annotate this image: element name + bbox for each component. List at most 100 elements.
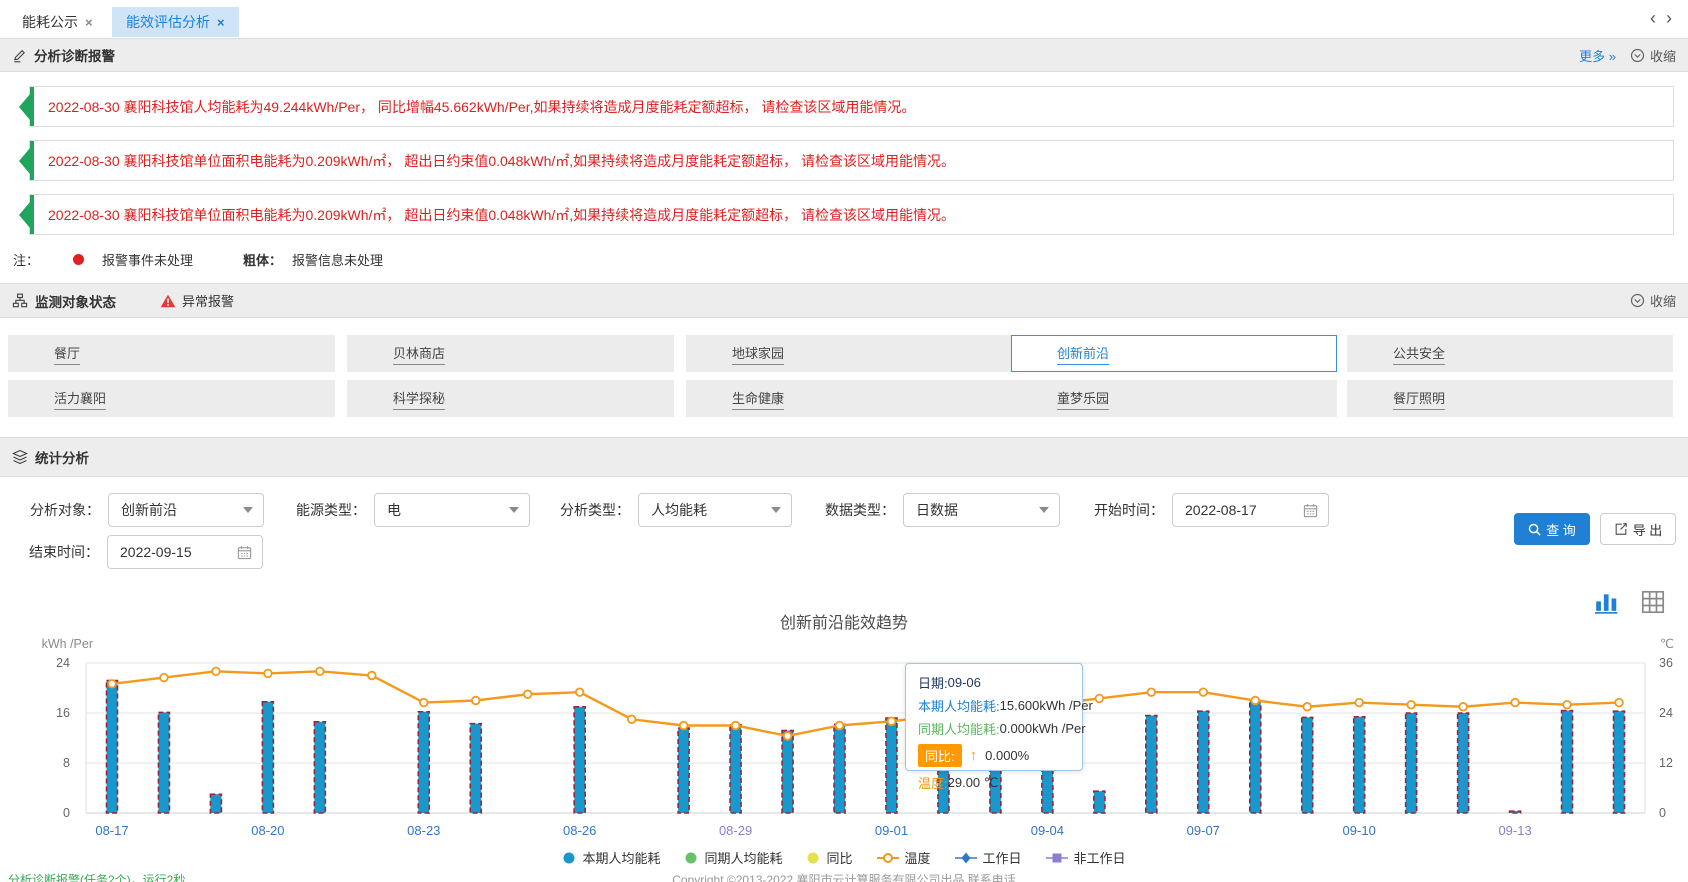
bar-09-06[interactable] xyxy=(1146,716,1157,814)
tab-energy-publicity[interactable]: 能耗公示 × xyxy=(8,7,107,37)
bar-09-10[interactable] xyxy=(1354,717,1365,813)
end-date-input[interactable]: 2022-09-15 xyxy=(107,535,263,569)
bar-08-18[interactable] xyxy=(158,712,169,813)
temperature-point-08-25[interactable] xyxy=(524,690,532,698)
start-date-input[interactable]: 2022-08-17 xyxy=(1172,493,1329,527)
temperature-point-09-06[interactable] xyxy=(1148,688,1156,696)
x-axis-label-08-23: 08-23 xyxy=(407,823,440,838)
bar-08-17[interactable] xyxy=(106,681,117,814)
temperature-point-08-18[interactable] xyxy=(160,674,168,682)
filter-label: 开始时间： xyxy=(1094,500,1164,520)
bar-09-05[interactable] xyxy=(1094,791,1105,813)
object-button-earth-home[interactable]: 地球家园 xyxy=(686,335,1013,372)
temperature-point-08-17[interactable] xyxy=(108,680,116,688)
tab-close-icon[interactable]: × xyxy=(217,15,225,30)
more-link[interactable]: 更多 » xyxy=(1579,46,1616,65)
tab-efficiency-analysis[interactable]: 能效评估分析 × xyxy=(112,7,239,37)
tab-close-icon[interactable]: × xyxy=(85,15,93,30)
tooltip-previous-value: 0.000kWh /Per xyxy=(1000,721,1086,736)
pencil-icon xyxy=(12,48,27,63)
object-button-public-safety[interactable]: 公共安全 xyxy=(1347,335,1673,372)
bar-08-30[interactable] xyxy=(782,731,793,814)
bar-09-13[interactable] xyxy=(1510,811,1521,813)
object-button-science-exploration[interactable]: 科学探秘 xyxy=(347,380,674,417)
temperature-point-08-21[interactable] xyxy=(316,668,324,676)
temperature-point-08-26[interactable] xyxy=(576,688,584,696)
bar-09-08[interactable] xyxy=(1250,701,1261,814)
tab-next-icon[interactable]: › xyxy=(1666,8,1682,28)
temperature-point-09-01[interactable] xyxy=(888,718,896,726)
temperature-point-08-28[interactable] xyxy=(680,722,688,730)
temperature-point-09-08[interactable] xyxy=(1251,697,1259,705)
temperature-point-08-31[interactable] xyxy=(836,722,844,730)
temperature-point-09-15[interactable] xyxy=(1615,699,1623,707)
object-button-innovation-frontier[interactable]: 创新前沿 xyxy=(1011,335,1337,372)
alert-text: 2022-08-30 襄阳科技馆单位面积电能耗为0.209kWh/㎡， 超出日约… xyxy=(48,151,955,171)
tab-scroll-arrows[interactable]: ‹› xyxy=(1650,8,1682,29)
temperature-point-08-22[interactable] xyxy=(368,672,376,680)
temperature-point-08-23[interactable] xyxy=(420,699,428,707)
bar-09-14[interactable] xyxy=(1562,711,1573,814)
legend-temperature[interactable]: 温度 xyxy=(877,848,931,867)
chevron-down-icon xyxy=(243,507,253,513)
bar-08-26[interactable] xyxy=(574,707,585,813)
abnormal-alarm-tab[interactable]: 异常报警 xyxy=(160,291,234,310)
date-value: 2022-09-15 xyxy=(120,544,192,560)
temperature-point-09-05[interactable] xyxy=(1096,695,1104,703)
tooltip-temp-value: 29.00 ℃ xyxy=(948,775,999,791)
legend-offday[interactable]: 非工作日 xyxy=(1046,848,1126,867)
bar-08-19[interactable] xyxy=(210,794,221,813)
tab-prev-icon[interactable]: ‹ xyxy=(1650,8,1666,28)
temperature-point-08-30[interactable] xyxy=(784,732,792,740)
temperature-point-09-07[interactable] xyxy=(1199,688,1207,696)
object-button-kids-paradise[interactable]: 童梦乐园 xyxy=(1011,380,1337,417)
chart-legend: 本期人均能耗 同期人均能耗 同比 温度 工作日 非工作日 xyxy=(0,848,1688,867)
temperature-point-09-10[interactable] xyxy=(1355,699,1363,707)
legend-current-energy[interactable]: 本期人均能耗 xyxy=(562,848,660,867)
temperature-point-08-19[interactable] xyxy=(212,668,220,676)
object-button-life-health[interactable]: 生命健康 xyxy=(686,380,1013,417)
bar-09-15[interactable] xyxy=(1614,711,1625,813)
bar-08-28[interactable] xyxy=(678,728,689,813)
temperature-point-08-20[interactable] xyxy=(264,670,272,678)
object-button-vitality-xiangyang[interactable]: 活力襄阳 xyxy=(8,380,335,417)
bar-08-21[interactable] xyxy=(314,722,325,813)
filter-panel: 分析对象： 创新前沿 能源类型： 电 分析类型： 人均能耗 数据类型： 日数据 … xyxy=(0,477,1688,575)
object-button-beilin-shop[interactable]: 贝林商店 xyxy=(347,335,674,372)
analysis-object-select[interactable]: 创新前沿 xyxy=(108,493,264,527)
bar-09-11[interactable] xyxy=(1406,713,1417,813)
temperature-point-09-11[interactable] xyxy=(1407,701,1415,709)
data-type-select[interactable]: 日数据 xyxy=(903,493,1060,527)
export-button[interactable]: 导 出 xyxy=(1600,513,1676,545)
up-arrow-icon: ↑ xyxy=(970,747,978,764)
temperature-point-09-14[interactable] xyxy=(1563,701,1571,709)
export-icon xyxy=(1614,522,1628,536)
bar-09-07[interactable] xyxy=(1198,711,1209,813)
temperature-point-09-13[interactable] xyxy=(1511,699,1519,707)
calendar-icon xyxy=(237,545,252,560)
temperature-point-08-24[interactable] xyxy=(472,697,480,705)
bar-08-24[interactable] xyxy=(470,724,481,813)
bar-09-01[interactable] xyxy=(886,718,897,813)
bar-08-31[interactable] xyxy=(834,724,845,813)
left-axis-tick: 8 xyxy=(63,756,70,770)
temperature-point-09-12[interactable] xyxy=(1459,703,1467,711)
legend-workday[interactable]: 工作日 xyxy=(955,848,1022,867)
bar-08-20[interactable] xyxy=(262,702,273,813)
object-button-canteen[interactable]: 餐厅 xyxy=(8,335,335,372)
legend-previous-energy[interactable]: 同期人均能耗 xyxy=(684,848,782,867)
bar-08-29[interactable] xyxy=(730,725,741,813)
temperature-point-09-09[interactable] xyxy=(1303,703,1311,711)
collapse-toggle[interactable]: 收缩 xyxy=(1630,46,1676,65)
energy-type-select[interactable]: 电 xyxy=(374,493,530,527)
bar-08-23[interactable] xyxy=(418,712,429,813)
query-button[interactable]: 查 询 xyxy=(1514,513,1590,545)
temperature-point-08-29[interactable] xyxy=(732,722,740,730)
temperature-point-08-27[interactable] xyxy=(628,715,636,723)
bar-09-12[interactable] xyxy=(1458,713,1469,813)
object-button-canteen-lighting[interactable]: 餐厅照明 xyxy=(1347,380,1673,417)
collapse-toggle[interactable]: 收缩 xyxy=(1630,291,1676,310)
legend-ratio[interactable]: 同比 xyxy=(806,848,852,867)
bar-09-09[interactable] xyxy=(1302,717,1313,813)
analysis-type-select[interactable]: 人均能耗 xyxy=(638,493,792,527)
